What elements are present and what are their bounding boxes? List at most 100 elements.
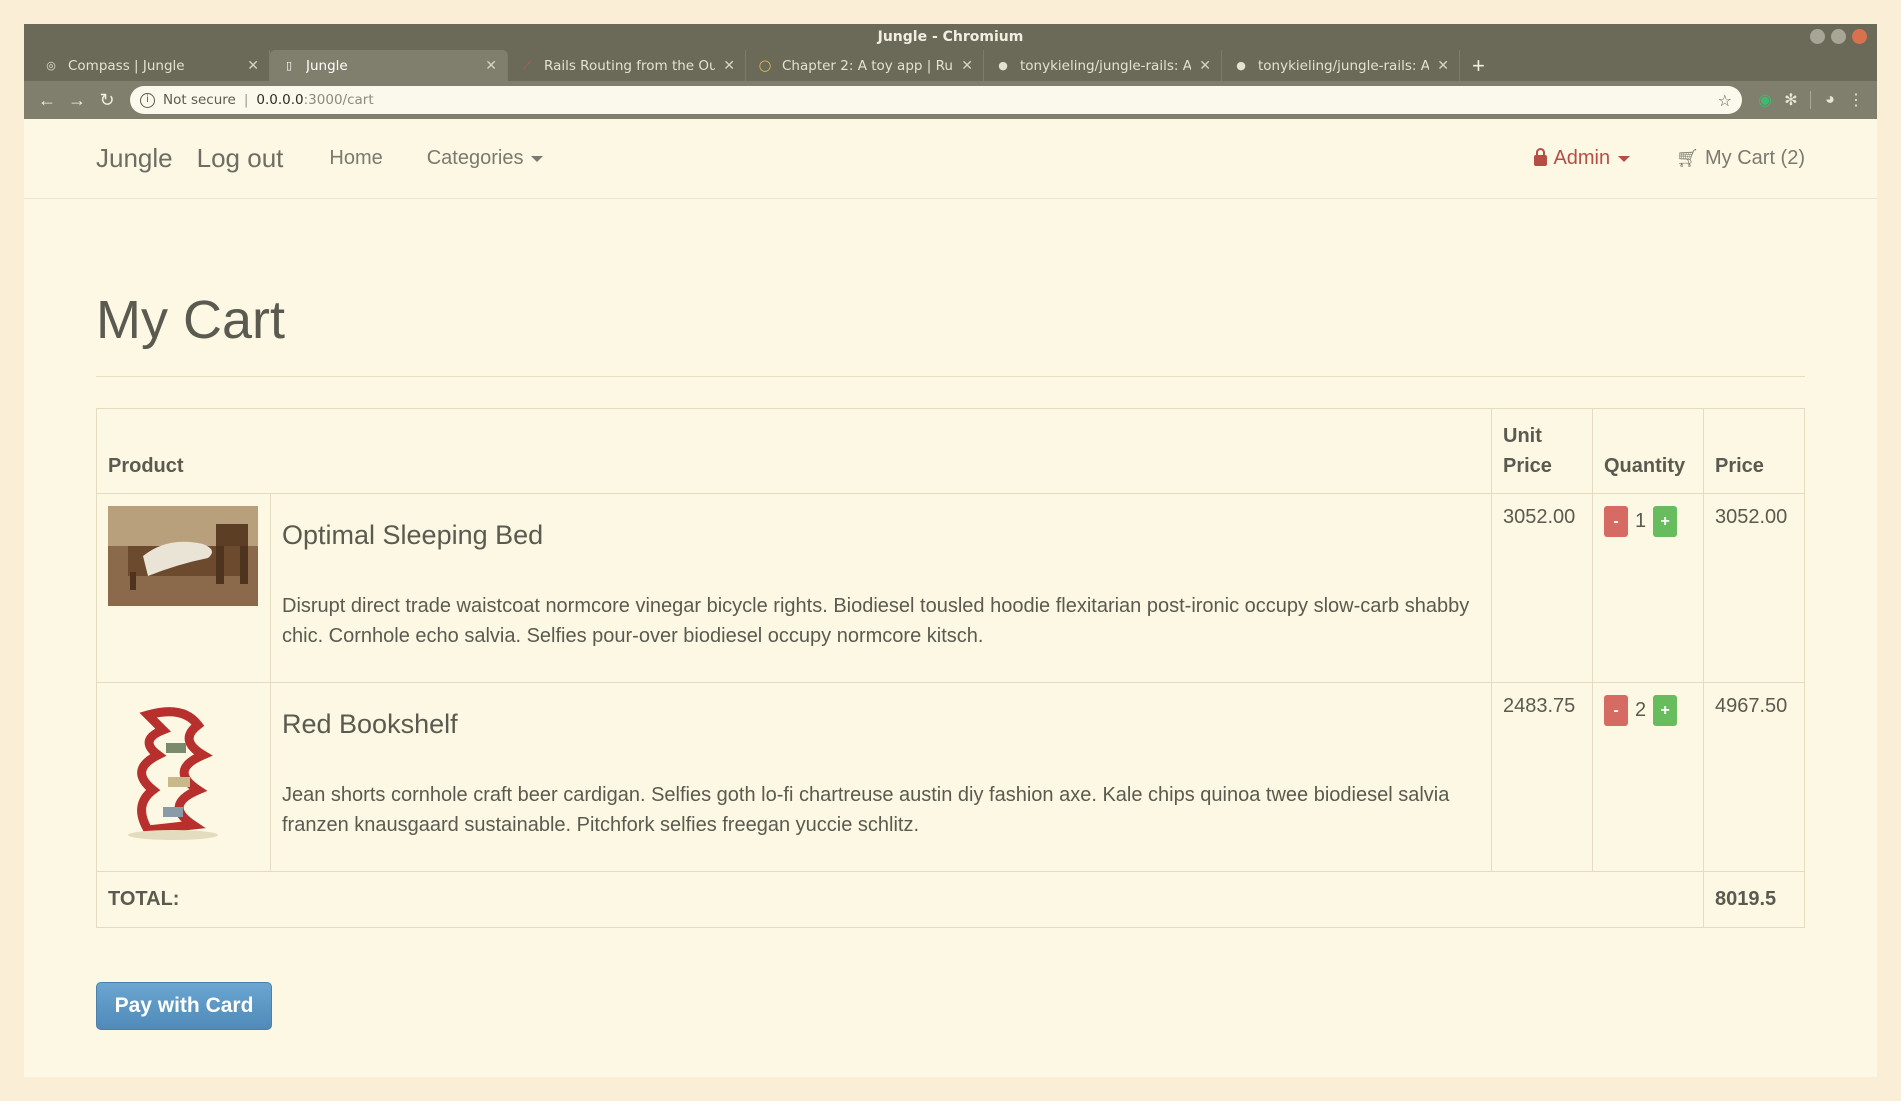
- product-image-cell: [96, 682, 271, 872]
- toolbar-divider: [1810, 91, 1811, 109]
- extension-icon[interactable]: ◉: [1752, 90, 1778, 110]
- lock-icon: [1534, 148, 1548, 166]
- page-icon: ▯: [285, 59, 293, 72]
- pay-with-card-button[interactable]: Pay with Card: [96, 982, 272, 1030]
- rails-icon: ⟋: [523, 58, 531, 72]
- quantity-value: 1: [1635, 510, 1647, 532]
- product-info-cell: Optimal Sleeping Bed Disrupt direct trad…: [270, 493, 1492, 683]
- tab-close-icon[interactable]: ✕: [1437, 58, 1449, 74]
- table-header-row: Product Unit Price Quantity Price: [96, 408, 1805, 494]
- browser-tab[interactable]: ● tonykieling/jungle-rails: A ✕: [984, 50, 1222, 81]
- browser-tab-active[interactable]: ▯ Jungle ✕: [270, 50, 508, 81]
- tab-title: tonykieling/jungle-rails: A: [1020, 57, 1192, 74]
- title-divider: [96, 376, 1805, 377]
- tab-title: tonykieling/jungle-rails: A: [1258, 57, 1430, 74]
- quantity-cell: - 1 +: [1592, 493, 1704, 683]
- book-icon: ◯: [758, 59, 772, 72]
- url-path: :3000/cart: [303, 92, 374, 108]
- total-label: TOTAL:: [96, 871, 1704, 928]
- window-title: Jungle - Chromium: [877, 29, 1024, 45]
- address-bar[interactable]: i Not secure | 0.0.0.0 :3000/cart ☆: [130, 86, 1742, 114]
- github-icon: ●: [998, 59, 1008, 72]
- browser-tab[interactable]: ◯ Chapter 2: A toy app | Rub ✕: [746, 50, 984, 81]
- header-product: Product: [96, 408, 1492, 494]
- tab-title: Jungle: [306, 57, 348, 74]
- product-name[interactable]: Red Bookshelf: [282, 709, 1480, 740]
- my-cart-label: My Cart (2): [1705, 147, 1805, 169]
- decrease-quantity-button[interactable]: -: [1604, 695, 1628, 726]
- product-name[interactable]: Optimal Sleeping Bed: [282, 520, 1480, 551]
- tab-title: Chapter 2: A toy app | Rub: [782, 57, 954, 74]
- decrease-quantity-button[interactable]: -: [1604, 506, 1628, 537]
- compass-icon: ◎: [46, 59, 56, 72]
- tab-close-icon[interactable]: ✕: [247, 58, 259, 74]
- omnibox-divider: |: [243, 92, 249, 108]
- increase-quantity-button[interactable]: +: [1653, 695, 1678, 726]
- unit-price-cell: 3052.00: [1491, 493, 1593, 683]
- header-unit-price: Unit Price: [1491, 408, 1593, 494]
- tab-close-icon[interactable]: ✕: [723, 58, 735, 74]
- profile-avatar-icon[interactable]: ◕: [1817, 91, 1843, 109]
- header-price: Price: [1703, 408, 1805, 494]
- new-tab-button[interactable]: +: [1460, 50, 1497, 81]
- tab-close-icon[interactable]: ✕: [1199, 58, 1211, 74]
- close-window-button[interactable]: [1852, 29, 1867, 44]
- table-row: Red Bookshelf Jean shorts cornhole craft…: [96, 682, 1805, 872]
- admin-label: Admin: [1553, 147, 1611, 169]
- browser-window: Jungle - Chromium ◎ Compass | Jungle ✕ ▯…: [24, 24, 1877, 1077]
- caret-down-icon: [1618, 155, 1631, 162]
- quantity-stepper: - 1 +: [1604, 506, 1692, 537]
- admin-dropdown[interactable]: Admin: [1534, 147, 1631, 170]
- product-description: Jean shorts cornhole craft beer cardigan…: [282, 784, 1450, 836]
- product-description: Disrupt direct trade waistcoat normcore …: [282, 595, 1470, 647]
- info-icon[interactable]: i: [140, 92, 155, 108]
- bookshelf-product-image[interactable]: [108, 695, 258, 845]
- window-controls: [1810, 29, 1867, 44]
- caret-down-icon: [531, 155, 544, 162]
- categories-label: Categories: [426, 147, 524, 169]
- browser-tab[interactable]: ● tonykieling/jungle-rails: A ✕: [1222, 50, 1460, 81]
- maximize-button[interactable]: [1831, 29, 1846, 44]
- table-row: Optimal Sleeping Bed Disrupt direct trad…: [96, 493, 1805, 683]
- tab-title: Rails Routing from the Ou: [544, 57, 716, 74]
- my-cart-link[interactable]: 🛒︎ My Cart (2): [1676, 147, 1805, 170]
- window-titlebar: Jungle - Chromium: [24, 24, 1877, 50]
- unit-price-cell: 2483.75: [1491, 682, 1593, 872]
- product-info-cell: Red Bookshelf Jean shorts cornhole craft…: [270, 682, 1492, 872]
- navbar-right: Admin 🛒︎ My Cart (2): [1534, 147, 1805, 170]
- product-image-cell: [96, 493, 271, 683]
- quantity-value: 2: [1635, 699, 1647, 721]
- price-cell: 4967.50: [1703, 682, 1805, 872]
- header-quantity: Quantity: [1592, 408, 1704, 494]
- url-host: 0.0.0.0: [256, 92, 304, 108]
- back-arrow-icon[interactable]: ←: [32, 90, 62, 111]
- logout-link[interactable]: Log out: [197, 143, 284, 174]
- github-icon: ●: [1236, 59, 1246, 72]
- home-link[interactable]: Home: [329, 147, 382, 170]
- categories-dropdown[interactable]: Categories: [427, 147, 544, 170]
- total-value: 8019.5: [1703, 871, 1805, 928]
- shopping-cart-icon: 🛒︎: [1676, 148, 1699, 168]
- price-cell: 3052.00: [1703, 493, 1805, 683]
- extension-gear-icon[interactable]: ✻: [1778, 90, 1804, 110]
- quantity-stepper: - 2 +: [1604, 695, 1692, 726]
- minimize-button[interactable]: [1810, 29, 1825, 44]
- total-row: TOTAL: 8019.5: [96, 871, 1805, 928]
- bed-product-image[interactable]: [108, 506, 258, 606]
- browser-toolbar: ← → ↻ i Not secure | 0.0.0.0 :3000/cart …: [24, 81, 1877, 119]
- increase-quantity-button[interactable]: +: [1653, 506, 1678, 537]
- tab-close-icon[interactable]: ✕: [961, 58, 973, 74]
- cart-table: Product Unit Price Quantity Price Optima…: [96, 408, 1805, 928]
- security-label: Not secure: [163, 92, 236, 108]
- forward-arrow-icon[interactable]: →: [62, 90, 92, 111]
- browser-tab[interactable]: ⟋ Rails Routing from the Ou ✕: [508, 50, 746, 81]
- quantity-cell: - 2 +: [1592, 682, 1704, 872]
- menu-kebab-icon[interactable]: ⋮: [1843, 90, 1869, 110]
- site-navbar: Jungle Log out Home Categories Admin 🛒︎ …: [24, 119, 1877, 199]
- tab-title: Compass | Jungle: [68, 57, 185, 74]
- tab-close-icon[interactable]: ✕: [485, 58, 497, 74]
- browser-tab[interactable]: ◎ Compass | Jungle ✕: [32, 50, 270, 81]
- brand-link[interactable]: Jungle: [96, 143, 173, 174]
- reload-icon[interactable]: ↻: [92, 90, 122, 111]
- bookmark-star-icon[interactable]: ☆: [1718, 91, 1732, 110]
